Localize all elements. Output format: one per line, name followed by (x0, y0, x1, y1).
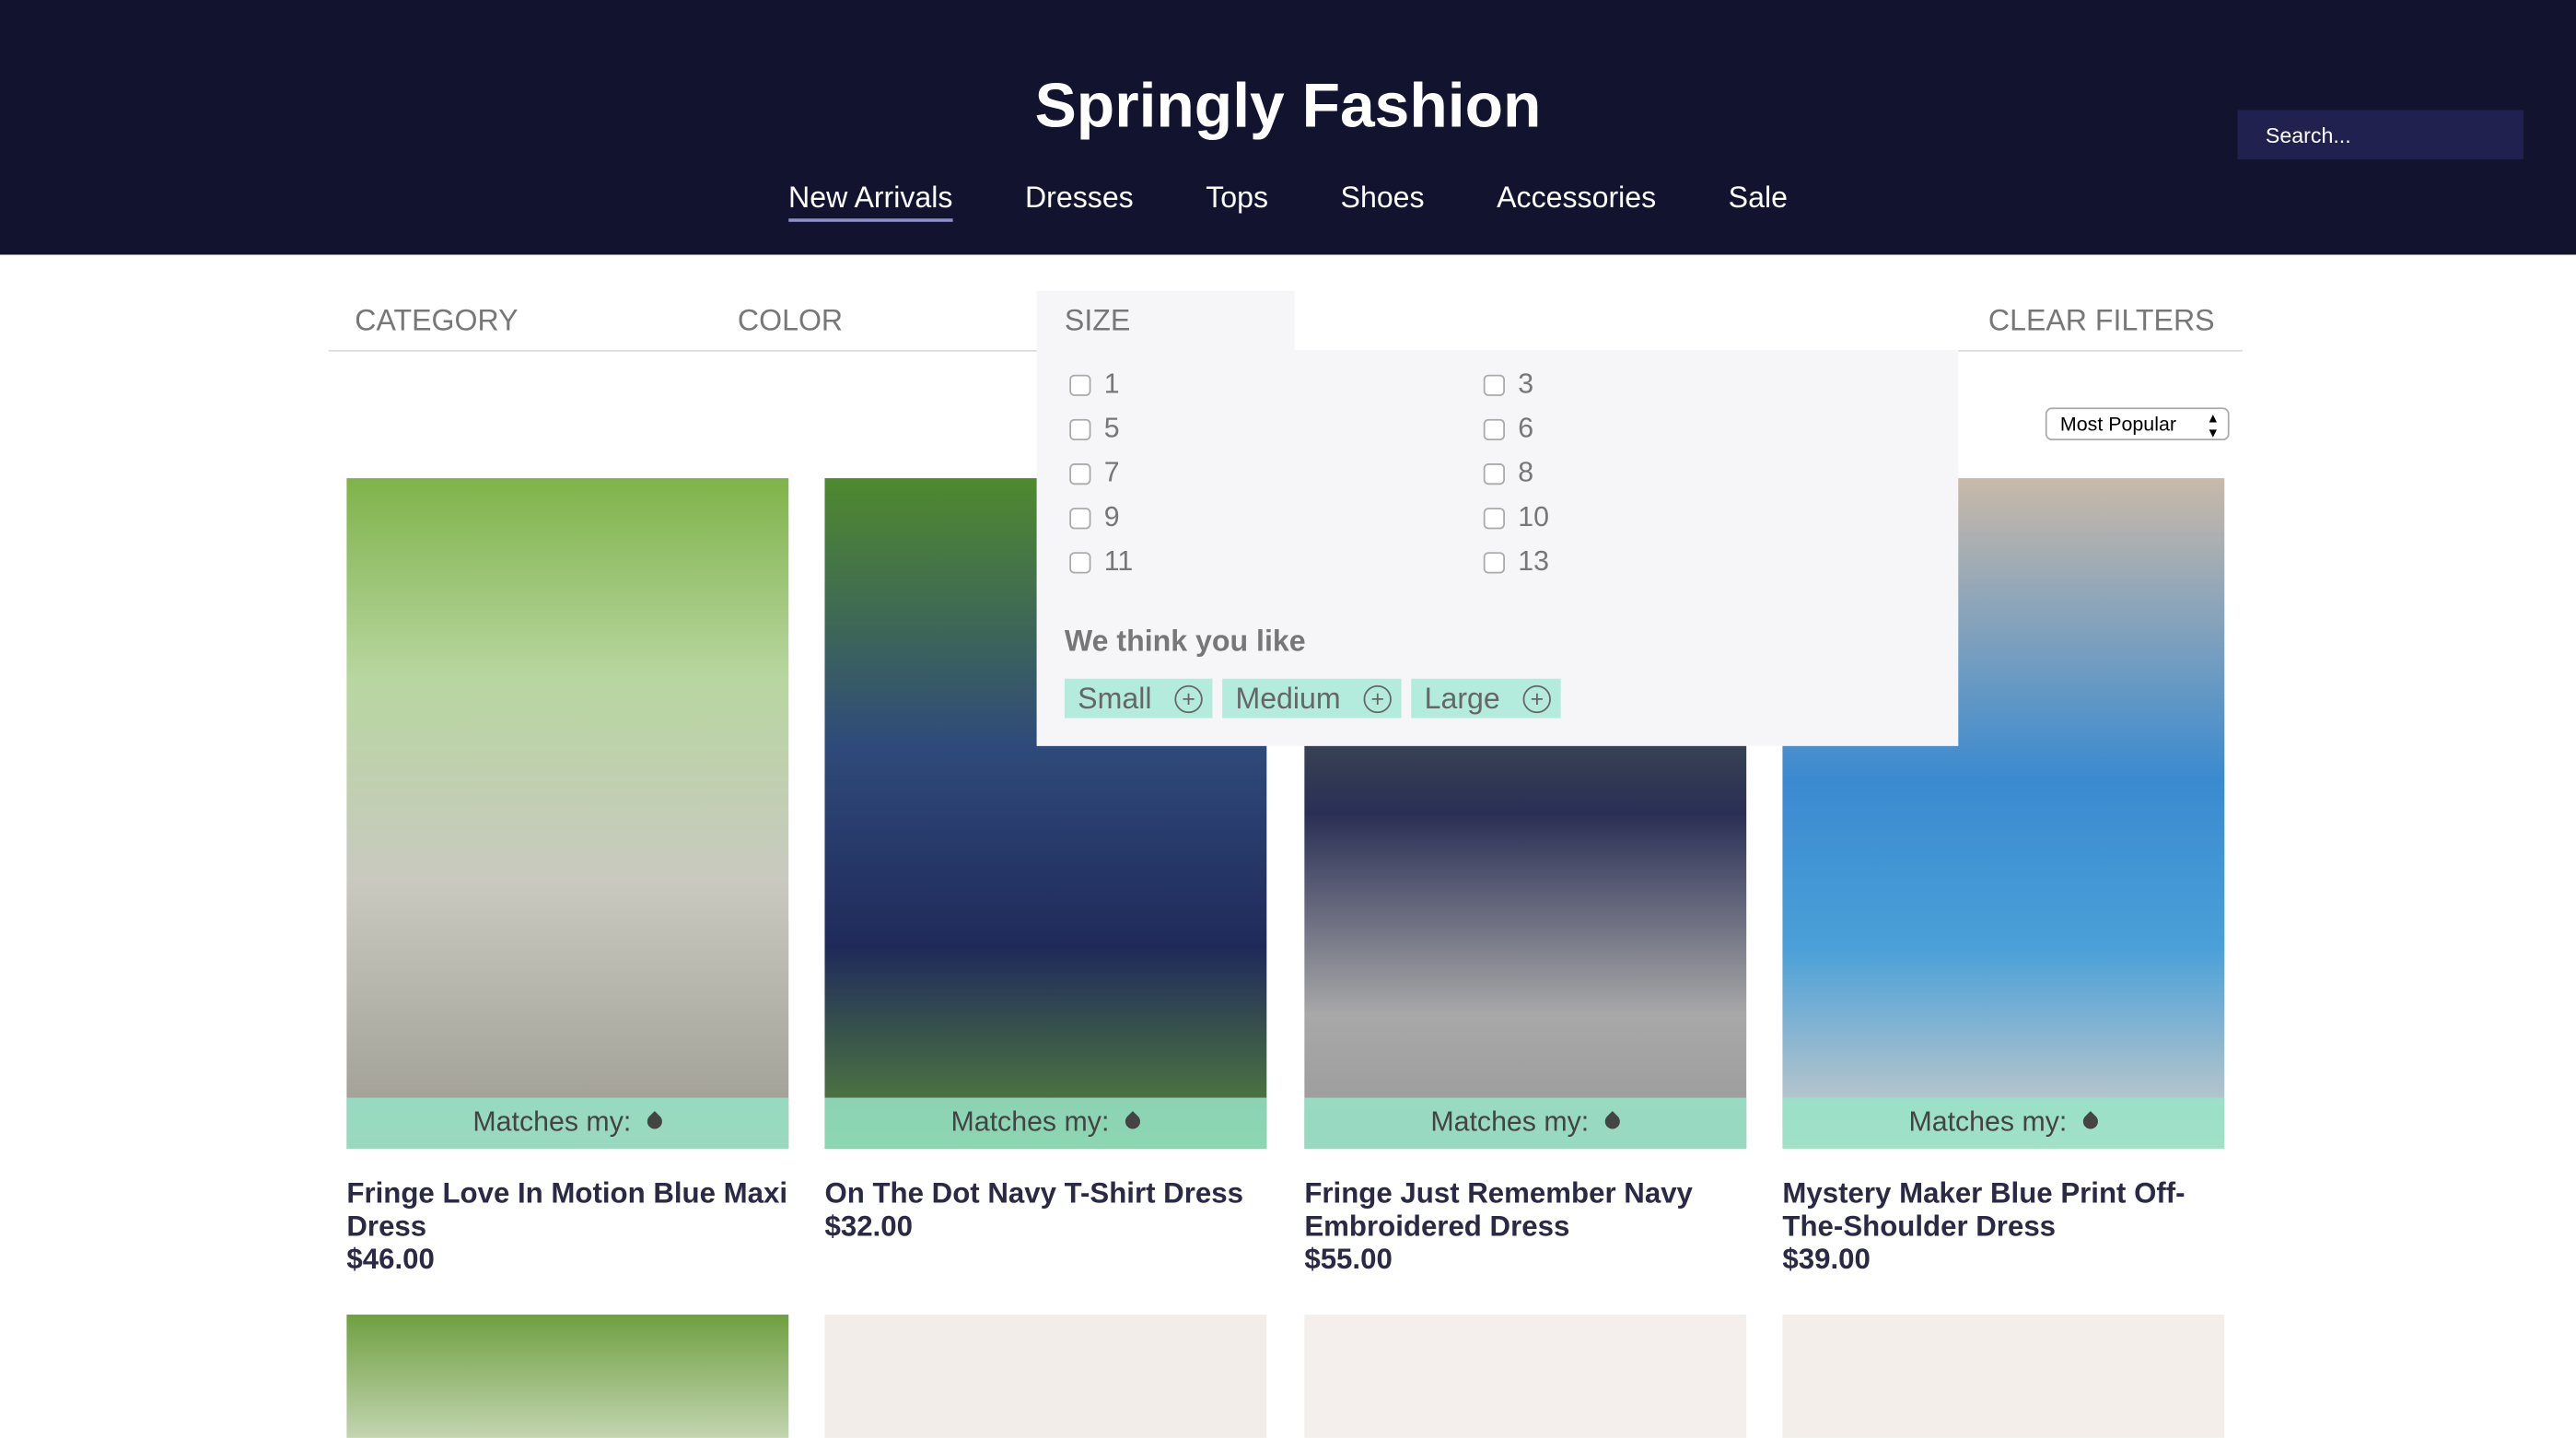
checkbox[interactable] (1069, 462, 1091, 485)
product-name[interactable]: Fringe Love In Motion Blue Maxi Dress (346, 1176, 787, 1242)
suggest-chip-large[interactable]: Large + (1411, 678, 1561, 719)
checkbox[interactable] (1069, 373, 1091, 396)
plus-circle-icon: + (1363, 684, 1392, 713)
product-image[interactable] (346, 1315, 789, 1438)
size-dropdown-panel: 1 5 7 9 11 3 6 8 10 13 We think you like Small + M… (1036, 349, 1959, 746)
chip-label: Medium (1235, 681, 1341, 715)
brand-title: Springly Fashion (1034, 72, 1542, 142)
matches-band: Matches my: (824, 1097, 1267, 1149)
size-option[interactable]: 11 (1069, 545, 1133, 579)
product-price: $55.00 (1304, 1242, 1393, 1276)
nav-sale[interactable]: Sale (1729, 181, 1788, 222)
size-label: 5 (1103, 412, 1120, 444)
site-header: Springly Fashion New Arrivals Dresses To… (0, 0, 2576, 255)
product-image[interactable] (1304, 1315, 1747, 1438)
size-label: 9 (1103, 501, 1120, 532)
size-option[interactable]: 8 (1483, 456, 1534, 490)
product-price: $46.00 (346, 1242, 435, 1276)
filter-bar: CATEGORY COLOR SIZE CLEAR FILTERS (328, 290, 2243, 352)
size-option[interactable]: 9 (1069, 501, 1120, 534)
product-image[interactable] (1782, 1315, 2225, 1438)
chip-label: Large (1424, 681, 1500, 715)
nav-tops[interactable]: Tops (1206, 181, 1268, 222)
size-label: 10 (1518, 501, 1549, 532)
droplet-icon (1122, 1111, 1144, 1132)
suggest-title: We think you like (1064, 624, 1306, 658)
filter-size[interactable]: SIZE (1065, 304, 1130, 338)
droplet-icon (644, 1111, 666, 1132)
size-option[interactable]: 10 (1483, 501, 1549, 534)
checkbox[interactable] (1069, 417, 1091, 440)
size-option[interactable]: 3 (1483, 368, 1534, 402)
nav-shoes[interactable]: Shoes (1341, 181, 1425, 222)
matches-band: Matches my: (1782, 1097, 2225, 1149)
product-name[interactable]: Mystery Maker Blue Print Off-The-Shoulde… (1782, 1176, 2185, 1242)
product-image[interactable] (824, 1315, 1267, 1438)
droplet-icon (1602, 1111, 1624, 1132)
matches-label: Matches my: (1430, 1105, 1590, 1138)
sort-selected: Most Popular (2059, 412, 2177, 436)
matches-label: Matches my: (472, 1105, 632, 1138)
checkbox[interactable] (1483, 417, 1505, 440)
nav-dresses[interactable]: Dresses (1025, 181, 1134, 222)
checkbox[interactable] (1483, 373, 1505, 396)
nav-accessories[interactable]: Accessories (1497, 181, 1656, 222)
filter-category[interactable]: CATEGORY (355, 304, 518, 338)
product-name[interactable]: On The Dot Navy T-Shirt Dress (824, 1176, 1242, 1210)
product-image[interactable] (346, 478, 789, 1149)
checkbox[interactable] (1483, 507, 1505, 529)
product-price: $39.00 (1782, 1242, 1871, 1276)
droplet-icon (2080, 1111, 2102, 1132)
suggest-chip-medium[interactable]: Medium + (1222, 678, 1402, 719)
size-label: 1 (1103, 368, 1120, 400)
filter-color[interactable]: COLOR (738, 304, 843, 338)
nav-new-arrivals[interactable]: New Arrivals (788, 181, 953, 222)
size-label: 13 (1518, 545, 1549, 578)
matches-label: Matches my: (1908, 1105, 2068, 1138)
plus-circle-icon: + (1174, 684, 1203, 713)
product-name[interactable]: Fringe Just Remember Navy Embroidered Dr… (1304, 1176, 1693, 1242)
size-label: 11 (1103, 545, 1134, 578)
size-label: 3 (1518, 368, 1534, 400)
clear-filters-button[interactable]: CLEAR FILTERS (1988, 304, 2215, 338)
size-option[interactable]: 6 (1483, 412, 1534, 446)
plus-circle-icon: + (1522, 684, 1552, 713)
matches-label: Matches my: (950, 1105, 1110, 1138)
updown-icon: ▲ ▼ (2206, 410, 2220, 441)
chip-label: Small (1078, 681, 1152, 715)
product-price: $32.00 (824, 1209, 913, 1243)
size-label: 6 (1518, 412, 1534, 444)
size-label: 7 (1103, 456, 1120, 488)
checkbox[interactable] (1483, 551, 1505, 573)
size-option[interactable]: 5 (1069, 412, 1120, 446)
size-option[interactable]: 13 (1483, 545, 1549, 579)
matches-band: Matches my: (1304, 1097, 1747, 1149)
size-label: 8 (1518, 456, 1534, 488)
main-nav: New Arrivals Dresses Tops Shoes Accessor… (0, 181, 2576, 222)
checkbox[interactable] (1483, 462, 1505, 485)
search-input[interactable] (2237, 110, 2524, 160)
sort-select[interactable]: Most Popular ▲ ▼ (2045, 407, 2230, 441)
matches-band: Matches my: (346, 1097, 789, 1149)
size-option[interactable]: 7 (1069, 456, 1120, 490)
checkbox[interactable] (1069, 507, 1091, 529)
suggest-chip-small[interactable]: Small + (1064, 678, 1213, 719)
size-option[interactable]: 1 (1069, 368, 1120, 402)
checkbox[interactable] (1069, 551, 1091, 573)
